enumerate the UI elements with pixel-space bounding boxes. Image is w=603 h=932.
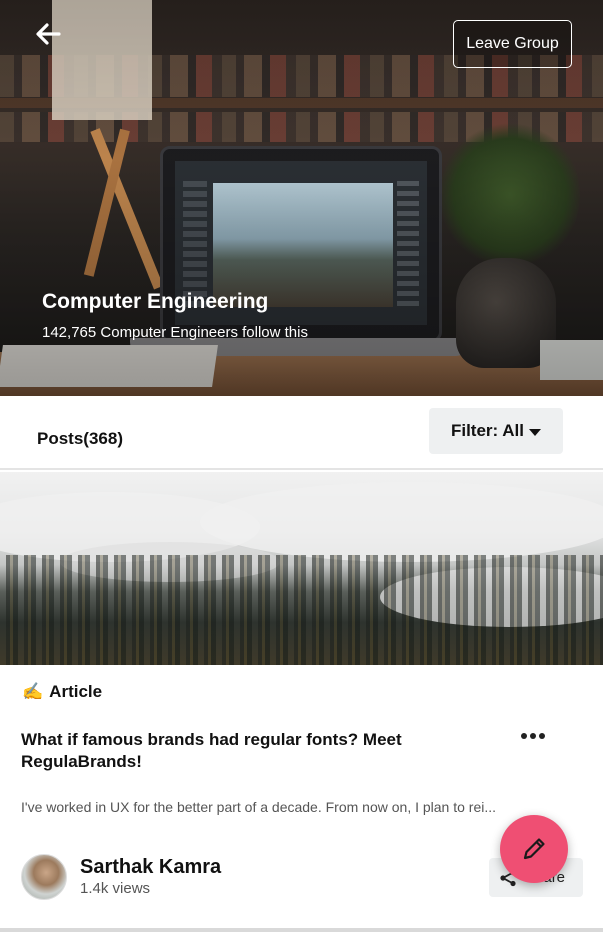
more-dots-icon: [521, 733, 527, 739]
caret-down-icon: [529, 428, 542, 436]
post-type-label: Article: [49, 682, 103, 701]
post-type-tag: ✍️ Article: [22, 682, 102, 702]
back-button[interactable]: [30, 16, 66, 52]
post-title[interactable]: What if famous brands had regular fonts?…: [21, 729, 441, 773]
group-follower-count: 142,765 Computer Engineers follow this: [42, 324, 308, 341]
filter-dropdown[interactable]: Filter: All: [429, 408, 563, 454]
posts-count: Posts(368): [37, 429, 123, 448]
posts-toolbar: Posts(368) Filter: All: [0, 396, 603, 470]
leave-group-button[interactable]: Leave Group: [453, 20, 572, 68]
pencil-icon: [523, 838, 545, 860]
filter-label: Filter: All: [450, 421, 525, 440]
author-name[interactable]: Sarthak Kamra: [80, 856, 221, 879]
post-views: 1.4k views: [80, 880, 151, 897]
group-title: Computer Engineering: [42, 290, 269, 313]
compose-post-button[interactable]: [500, 815, 568, 883]
arrow-left-icon: [36, 23, 61, 45]
card-divider: [0, 928, 603, 932]
post-excerpt: I've worked in UX for the better part of…: [21, 799, 497, 815]
post-cover-image[interactable]: [0, 472, 603, 665]
group-cover-image: Leave Group Computer Engineering 142,765…: [0, 0, 603, 396]
avatar[interactable]: [21, 854, 67, 900]
more-options-button[interactable]: [517, 722, 549, 750]
writing-hand-icon: ✍️: [22, 682, 44, 701]
